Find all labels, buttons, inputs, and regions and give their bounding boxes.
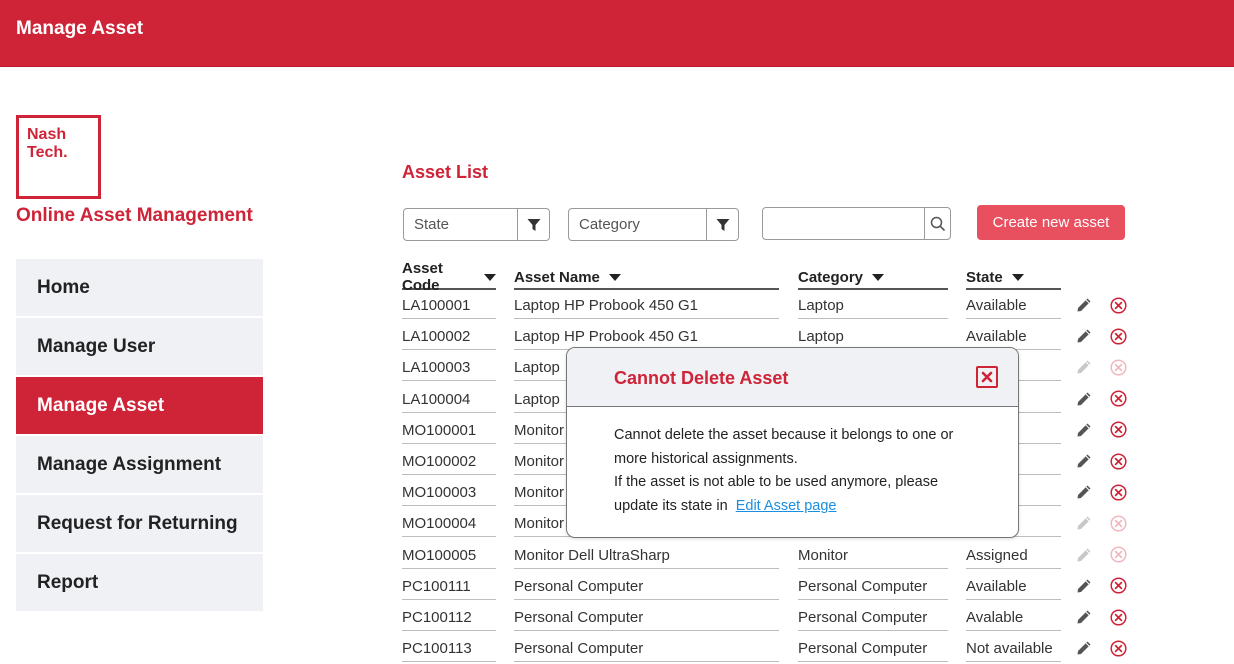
table-row: PC100112 Personal Computer Personal Comput… — [0, 602, 1234, 633]
cell-asset-code: LA100004 — [402, 384, 496, 413]
delete-circle-x-icon[interactable] — [1109, 608, 1127, 626]
cell-asset-name: Personal Computer — [514, 571, 779, 600]
cell-asset-code: PC100111 — [402, 571, 496, 600]
state-filter[interactable]: State — [403, 208, 550, 241]
delete-circle-x-icon[interactable] — [1109, 327, 1127, 345]
category-filter-funnel-icon[interactable] — [706, 209, 738, 240]
modal-title: Cannot Delete Asset — [614, 368, 789, 388]
header-asset-code-label: Asset Code — [402, 260, 443, 294]
delete-circle-x-icon[interactable] — [1109, 421, 1127, 439]
table-row: MO100005 Monitor Dell UltraSharp Monitor As… — [0, 540, 1234, 571]
cell-asset-code: LA100001 — [402, 290, 496, 319]
modal-text-line-4-prefix: update its state in — [614, 497, 728, 514]
cell-state: Avalable — [966, 602, 1061, 631]
sort-caret-icon — [484, 273, 496, 281]
modal-text-line-4: update its state in Edit Asset page — [614, 495, 994, 519]
edit-pencil-icon[interactable] — [1075, 608, 1093, 626]
header-state[interactable]: State — [966, 266, 1061, 290]
nashtech-logo: Nash Tech. — [16, 115, 101, 199]
cell-category: Monitor — [798, 540, 948, 569]
modal-text-line-2: more historical assignments. — [614, 450, 798, 467]
header-category-label: Category — [798, 268, 864, 286]
cannot-delete-modal: Cannot Delete Asset Cannot delete the as… — [566, 347, 1019, 538]
category-filter-label: Category — [579, 216, 640, 233]
modal-text-line-3: If the asset is not able to be used anym… — [614, 474, 939, 490]
cell-category: Personal Computer — [798, 571, 948, 600]
modal-text-line-1: Cannot delete the asset because it belon… — [614, 427, 954, 443]
delete-circle-x-icon[interactable] — [1109, 577, 1127, 595]
delete-circle-x-icon[interactable] — [1109, 452, 1127, 470]
edit-pencil-icon[interactable] — [1075, 546, 1093, 564]
header-state-label: State — [966, 268, 1003, 286]
sort-caret-icon — [872, 273, 885, 281]
cell-asset-name: Monitor Dell UltraSharp — [514, 540, 779, 569]
cell-asset-name: Laptop HP Probook 450 G1 — [514, 321, 779, 351]
cell-category: Laptop — [798, 321, 948, 351]
delete-circle-x-icon[interactable] — [1109, 390, 1127, 408]
app-name: Online Asset Management — [16, 205, 253, 226]
header-asset-name[interactable]: Asset Name — [514, 266, 779, 290]
cell-asset-name: Personal Computer — [514, 633, 779, 663]
delete-circle-x-icon[interactable] — [1109, 514, 1127, 532]
logo-line-1: Nash — [27, 126, 67, 143]
header-category[interactable]: Category — [798, 266, 948, 290]
edit-pencil-icon[interactable] — [1075, 296, 1093, 314]
edit-pencil-icon[interactable] — [1075, 514, 1093, 532]
cell-state: Available — [966, 321, 1061, 351]
edit-pencil-icon[interactable] — [1075, 327, 1093, 345]
cell-asset-code: LA100003 — [402, 352, 496, 382]
cell-state: Available — [966, 290, 1061, 319]
logo-line-2: Tech. — [27, 144, 68, 161]
cell-asset-code: MO100002 — [402, 446, 496, 475]
edit-asset-page-link[interactable]: Edit Asset page — [736, 498, 837, 514]
cell-asset-code: MO100003 — [402, 477, 496, 507]
delete-circle-x-icon[interactable] — [1109, 546, 1127, 564]
table-row: LA100001 Laptop HP Probook 450 G1 Laptop Av… — [0, 290, 1234, 321]
delete-circle-x-icon[interactable] — [1109, 296, 1127, 314]
cell-asset-code: LA100002 — [402, 321, 496, 351]
header-asset-name-label: Asset Name — [514, 268, 600, 286]
edit-pencil-icon[interactable] — [1075, 390, 1093, 408]
cell-state: Not available — [966, 633, 1061, 663]
cell-asset-name: Personal Computer — [514, 602, 779, 631]
edit-pencil-icon[interactable] — [1075, 358, 1093, 376]
state-filter-funnel-icon[interactable] — [517, 209, 549, 240]
cell-category: Personal Computer — [798, 602, 948, 631]
delete-circle-x-icon[interactable] — [1109, 358, 1127, 376]
create-new-asset-button[interactable]: Create new asset — [977, 205, 1125, 240]
delete-circle-x-icon[interactable] — [1109, 639, 1127, 657]
cell-asset-code: MO100005 — [402, 540, 496, 569]
cell-asset-code: MO100004 — [402, 508, 496, 538]
search-input[interactable] — [762, 207, 951, 240]
header-title: Manage Asset — [16, 18, 144, 39]
modal-close-icon[interactable] — [976, 366, 998, 388]
cell-category: Personal Computer — [798, 633, 948, 663]
table-row: PC100113 Personal Computer Personal Comput… — [0, 633, 1234, 664]
page-heading: Asset List — [402, 162, 489, 182]
cell-asset-name: Laptop HP Probook 450 G1 — [514, 290, 779, 319]
table-row: PC100111 Personal Computer Personal Comput… — [0, 571, 1234, 602]
delete-circle-x-icon[interactable] — [1109, 483, 1127, 501]
category-filter[interactable]: Category — [568, 208, 739, 241]
cell-asset-code: MO100001 — [402, 415, 496, 444]
cell-asset-code: PC100112 — [402, 602, 496, 631]
cell-state: Assigned — [966, 540, 1061, 569]
sort-caret-icon — [608, 273, 621, 281]
header-asset-code[interactable]: Asset Code — [402, 260, 496, 294]
edit-pencil-icon[interactable] — [1075, 421, 1093, 439]
modal-body: Cannot delete the asset because it belon… — [614, 424, 994, 518]
search-icon[interactable] — [924, 208, 950, 239]
edit-pencil-icon[interactable] — [1075, 483, 1093, 501]
top-header: Manage Asset — [0, 0, 1234, 67]
state-filter-label: State — [414, 216, 450, 233]
edit-pencil-icon[interactable] — [1075, 452, 1093, 470]
cell-category: Laptop — [798, 290, 948, 319]
sort-caret-icon — [1011, 273, 1024, 281]
edit-pencil-icon[interactable] — [1075, 577, 1093, 595]
cell-asset-code: PC100113 — [402, 633, 496, 663]
cell-state: Available — [966, 571, 1061, 600]
modal-header: Cannot Delete Asset — [567, 348, 1018, 407]
edit-pencil-icon[interactable] — [1075, 639, 1093, 657]
